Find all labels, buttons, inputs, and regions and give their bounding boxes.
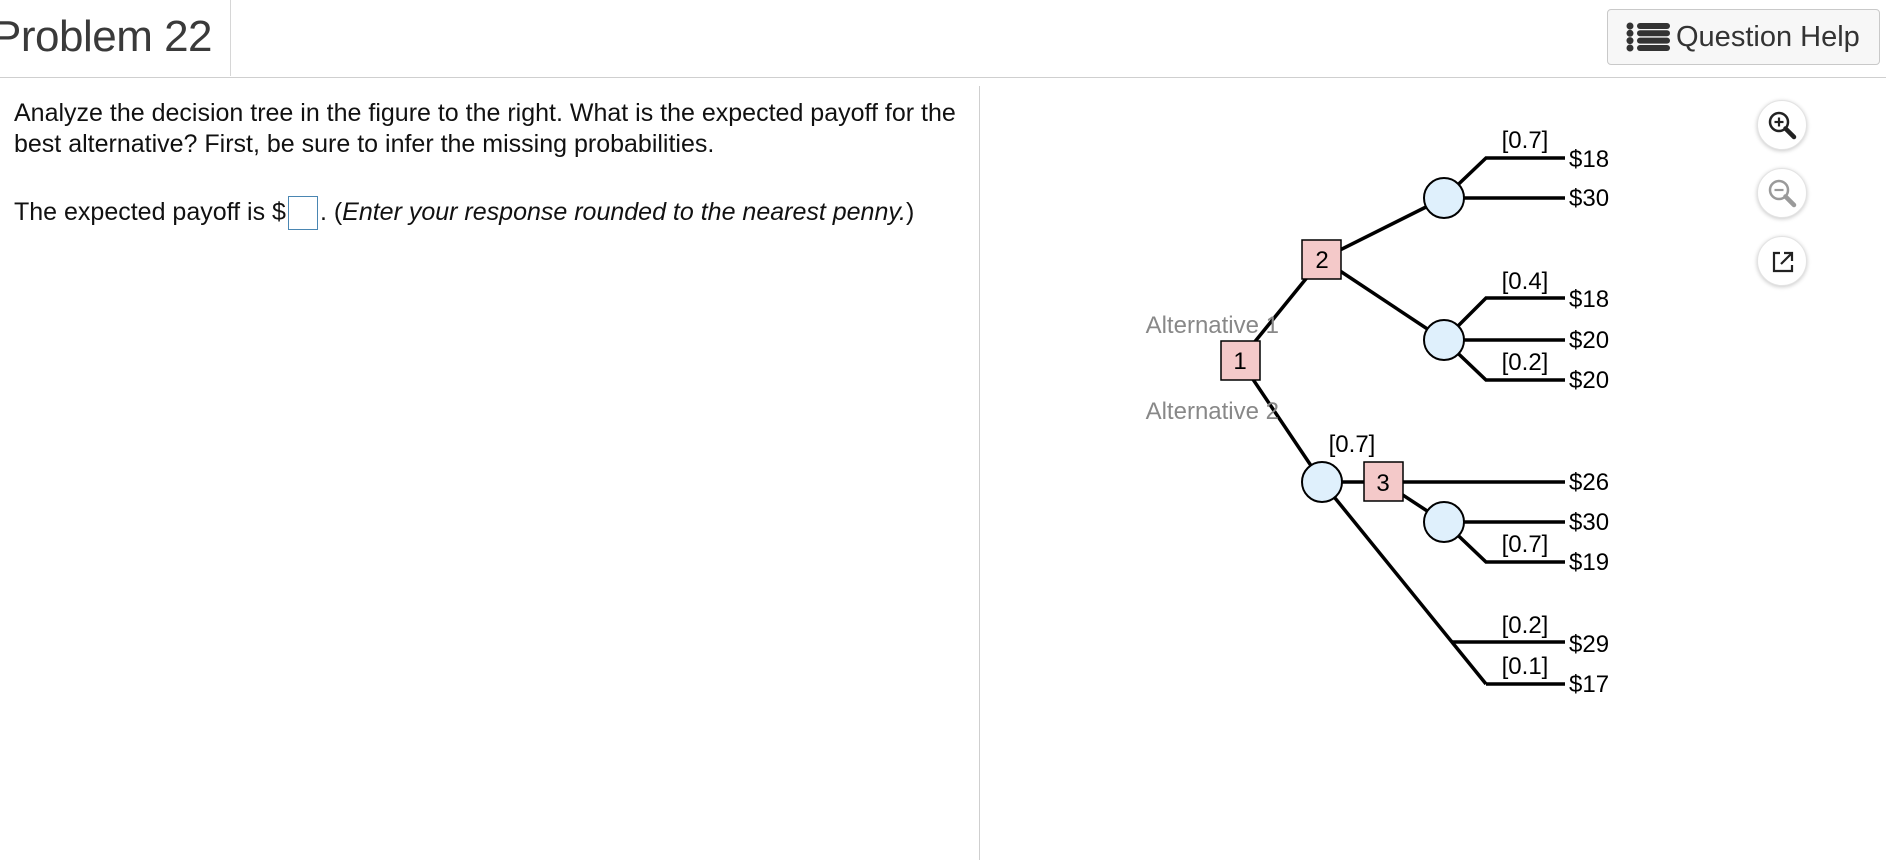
payoff-label: $18 bbox=[1569, 286, 1609, 313]
decision-tree-figure: 1 2 3 Alternative 1 Alternative 2 [0.7] … bbox=[1146, 127, 1609, 698]
zoom-in-icon bbox=[1768, 111, 1797, 140]
probability-label: [0.7] bbox=[1502, 127, 1549, 154]
payoff-label: $30 bbox=[1569, 185, 1609, 212]
alternative-label: Alternative 2 bbox=[1146, 398, 1279, 425]
probability-label: [0.7] bbox=[1502, 531, 1549, 558]
payoff-label: $30 bbox=[1569, 509, 1609, 536]
payoff-labels: $18 $30 $18 $20 $20 $26 $30 $19 $29 $17 bbox=[1569, 146, 1609, 698]
payoff-label: $26 bbox=[1569, 469, 1609, 496]
chance-node bbox=[1301, 461, 1343, 503]
zoom-in-button[interactable] bbox=[1757, 100, 1807, 150]
alternative-label: Alternative 1 bbox=[1146, 312, 1279, 339]
payoff-label: $20 bbox=[1569, 327, 1609, 354]
decision-node-label: 2 bbox=[1315, 247, 1328, 274]
payoff-label: $18 bbox=[1569, 146, 1609, 173]
probability-label: [0.2] bbox=[1502, 612, 1549, 639]
external-link-icon bbox=[1772, 251, 1794, 273]
decision-nodes bbox=[1220, 239, 1404, 502]
payoff-label: $29 bbox=[1569, 631, 1609, 658]
payoff-label: $20 bbox=[1569, 367, 1609, 394]
probability-label: [0.4] bbox=[1502, 268, 1549, 295]
zoom-out-button[interactable] bbox=[1757, 168, 1807, 218]
decision-node-label: 1 bbox=[1233, 348, 1246, 375]
chance-node bbox=[1423, 319, 1465, 361]
probability-label: [0.2] bbox=[1502, 349, 1549, 376]
zoom-out-icon bbox=[1768, 179, 1797, 208]
payoff-label: $19 bbox=[1569, 549, 1609, 576]
external-link-button[interactable] bbox=[1757, 236, 1807, 286]
probability-label: [0.7] bbox=[1329, 431, 1376, 458]
probability-label: [0.1] bbox=[1502, 653, 1549, 680]
decision-node-label: 3 bbox=[1376, 470, 1389, 497]
payoff-label: $17 bbox=[1569, 671, 1609, 698]
chance-node bbox=[1423, 501, 1465, 543]
tree-edges bbox=[1238, 156, 1565, 686]
chance-node bbox=[1423, 177, 1465, 219]
